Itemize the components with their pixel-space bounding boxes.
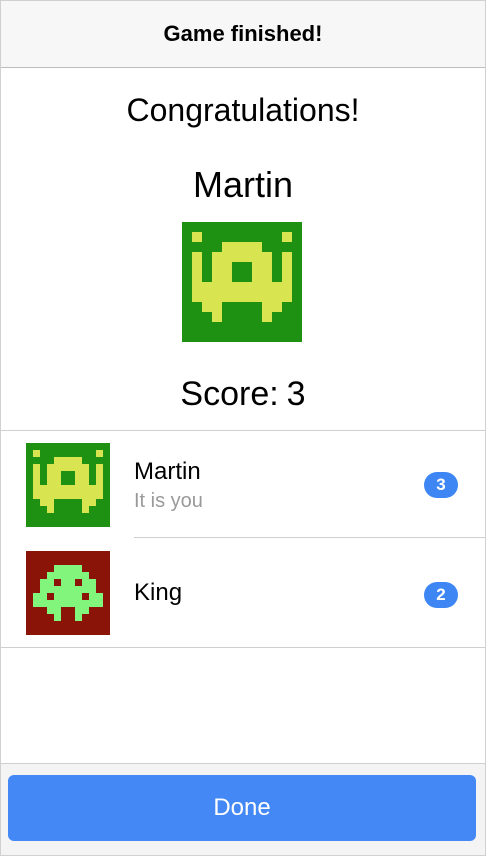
player-subtitle: It is you xyxy=(134,490,203,512)
player-name: Martin xyxy=(134,458,201,485)
player-row-king[interactable]: King 2 xyxy=(1,539,485,647)
score-badge: 2 xyxy=(424,582,458,608)
score-line: Score: 3 xyxy=(0,375,486,414)
done-button[interactable]: Done xyxy=(8,775,476,841)
divider xyxy=(1,647,485,648)
navigation-bar: Game finished! xyxy=(1,1,485,68)
player-row-martin[interactable]: Martin It is you 3 xyxy=(1,431,485,539)
invader-red-icon xyxy=(26,551,110,635)
winner-name: Martin xyxy=(192,164,294,205)
score-value: 3 xyxy=(286,375,306,413)
player-name: King xyxy=(134,579,183,606)
score-label: Score: xyxy=(180,375,279,413)
row-separator xyxy=(134,537,485,538)
players-list: Martin It is you 3 King 2 xyxy=(1,431,485,647)
invader-green-icon xyxy=(26,443,110,527)
score-badge: 3 xyxy=(424,472,458,498)
invader-green-icon xyxy=(182,222,302,342)
nav-title: Game finished! xyxy=(163,21,323,46)
congratulations-heading: Congratulations! xyxy=(126,92,360,128)
